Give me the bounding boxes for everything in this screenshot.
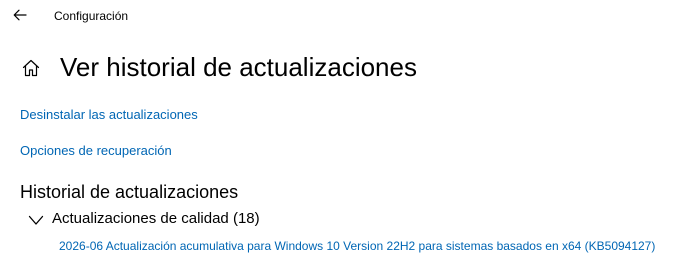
home-icon: [22, 59, 40, 77]
title-bar: Configuración: [0, 0, 690, 32]
recovery-options-link[interactable]: Opciones de recuperación: [20, 142, 172, 160]
uninstall-updates-link[interactable]: Desinstalar las actualizaciones: [20, 106, 198, 124]
page-title: Ver historial de actualizaciones: [60, 52, 417, 82]
quality-updates-label: Actualizaciones de calidad (18): [52, 210, 260, 227]
back-arrow-icon: [13, 9, 27, 21]
back-button[interactable]: [8, 4, 32, 26]
chevron-down-icon: [28, 215, 44, 225]
update-item-link[interactable]: 2026-06 Actualización acumulativa para W…: [59, 238, 655, 254]
update-history-heading: Historial de actualizaciones: [20, 182, 239, 202]
window-title: Configuración: [54, 9, 129, 23]
